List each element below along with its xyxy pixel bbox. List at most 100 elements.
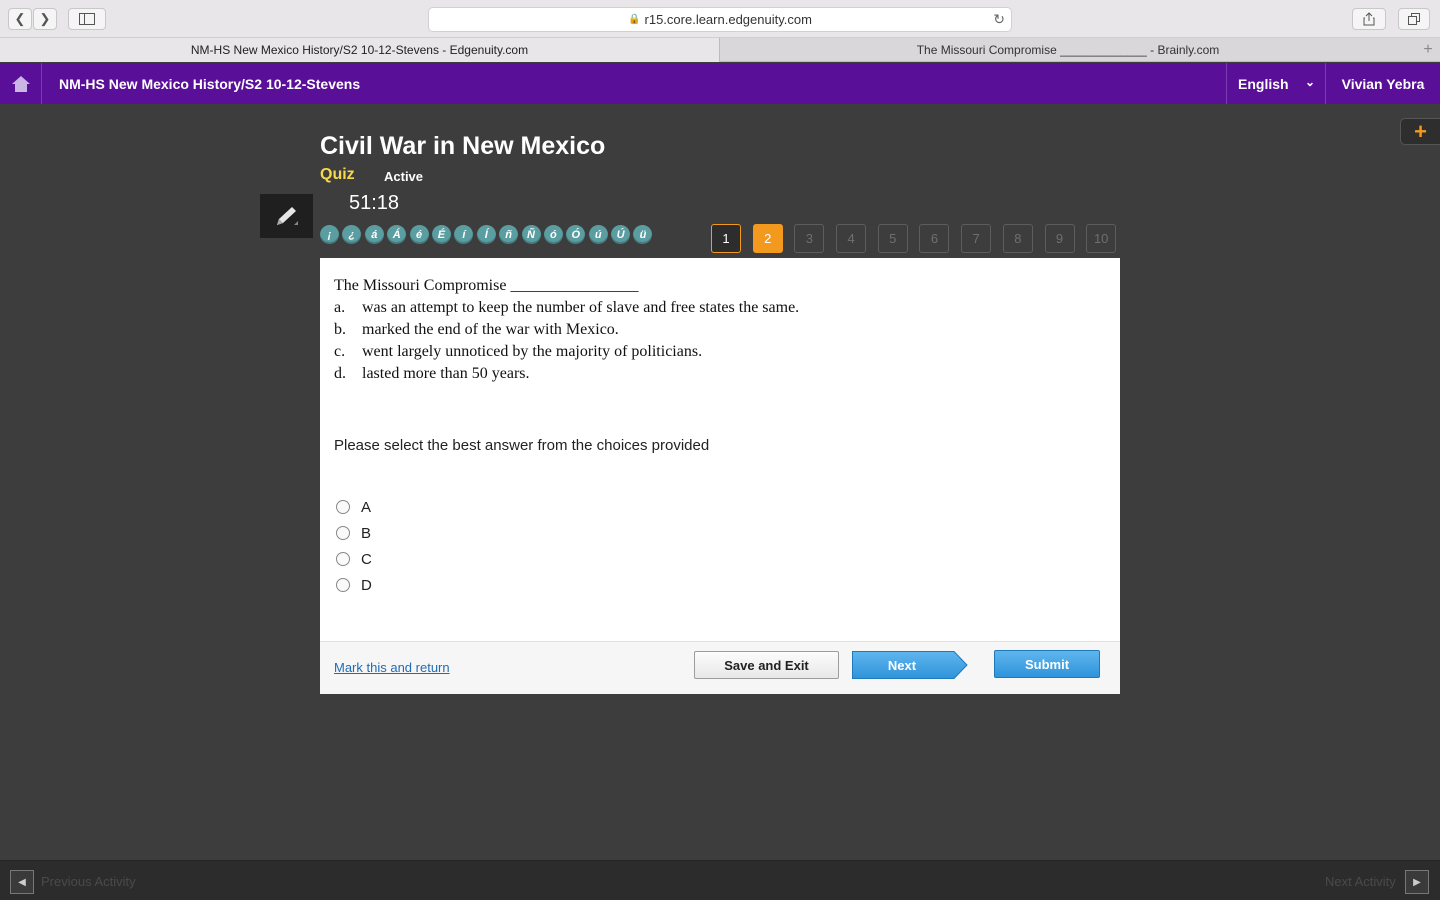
back-button[interactable]: ❮ xyxy=(8,8,32,30)
choice-label: C xyxy=(361,550,372,568)
quiz-timer: 51:18 xyxy=(349,192,400,214)
char-button[interactable]: Ñ xyxy=(521,225,541,244)
option-text: went largely unnoticed by the majority o… xyxy=(362,343,703,360)
option-line: c. went largely unnoticed by the majority… xyxy=(334,341,799,363)
page-title: Civil War in New Mexico xyxy=(320,132,606,160)
chevron-down-icon: ⌄ xyxy=(1304,75,1315,89)
question-button-4[interactable]: 4 xyxy=(836,224,867,253)
notes-button[interactable] xyxy=(260,194,313,238)
previous-activity-button[interactable]: ◀ xyxy=(10,870,34,894)
sidebar-icon xyxy=(79,13,95,25)
question-button-10[interactable]: 10 xyxy=(1086,224,1117,253)
course-title: NM-HS New Mexico History/S2 10-12-Steven… xyxy=(59,75,361,92)
next-activity-label: Next Activity xyxy=(1325,874,1396,889)
choice-d[interactable]: D xyxy=(336,572,372,598)
question-button-9[interactable]: 9 xyxy=(1044,224,1075,253)
pencil-icon xyxy=(276,207,298,225)
answer-choices: A B C D xyxy=(336,494,372,598)
question-button-8[interactable]: 8 xyxy=(1002,224,1033,253)
plus-icon: + xyxy=(1414,118,1427,144)
char-button[interactable]: ú xyxy=(588,225,608,244)
tab-bar: NM-HS New Mexico History/S2 10-12-Steven… xyxy=(0,38,1440,62)
char-button[interactable]: é xyxy=(409,225,429,244)
choice-a[interactable]: A xyxy=(336,494,372,520)
tab-edgenuity[interactable]: NM-HS New Mexico History/S2 10-12-Steven… xyxy=(0,38,719,62)
tabs-overview-button[interactable] xyxy=(1398,8,1430,30)
activity-type: Quiz xyxy=(320,166,355,183)
share-button[interactable] xyxy=(1352,8,1386,30)
question-button-3[interactable]: 3 xyxy=(794,224,825,253)
triangle-left-icon: ◀ xyxy=(18,876,26,888)
question-stem: The Missouri Compromise ________________ xyxy=(334,277,639,294)
save-and-exit-button[interactable]: Save and Exit xyxy=(694,651,839,679)
question-button-1[interactable]: 1 xyxy=(711,224,741,253)
activity-status: Active xyxy=(384,169,424,184)
option-line: a. was an attempt to keep the number of s… xyxy=(334,297,799,319)
browser-toolbar: ❮ ❯ 🔒 r15.core.learn.edgenuity.com ↻ xyxy=(0,0,1440,38)
special-characters-bar: ¡ ¿ á Á é É í Í ñ Ñ ó Ó ú Ú ü xyxy=(320,225,656,245)
char-button[interactable]: É xyxy=(431,225,451,244)
choice-label: B xyxy=(361,524,372,542)
lock-icon: 🔒 xyxy=(628,14,641,25)
question-panel: The Missouri Compromise ________________… xyxy=(320,258,1120,694)
char-button[interactable]: ¡ xyxy=(320,225,339,244)
question-text: The Missouri Compromise ________________… xyxy=(334,275,799,385)
char-button[interactable]: ó xyxy=(543,225,563,244)
previous-activity-label: Previous Activity xyxy=(41,874,136,889)
next-label: Next xyxy=(887,657,917,673)
char-button[interactable]: Á xyxy=(387,225,407,244)
option-line: b. marked the end of the war with Mexico. xyxy=(334,319,799,341)
option-letter: a. xyxy=(334,299,346,316)
question-instruction: Please select the best answer from the c… xyxy=(334,437,710,454)
choice-c[interactable]: C xyxy=(336,546,372,572)
char-button[interactable]: Ú xyxy=(611,225,631,244)
tab-brainly[interactable]: The Missouri Compromise _____________ - … xyxy=(719,38,1416,62)
option-text: was an attempt to keep the number of sla… xyxy=(362,299,800,316)
choice-b[interactable]: B xyxy=(336,520,372,546)
question-button-7[interactable]: 7 xyxy=(961,224,992,253)
triangle-right-icon: ▶ xyxy=(1413,876,1421,888)
question-footer: Mark this and return Save and Exit Next … xyxy=(320,641,1120,694)
char-button[interactable]: ñ xyxy=(499,225,519,244)
sidebar-toggle-button[interactable] xyxy=(68,8,106,30)
user-menu[interactable]: Vivian Yebra xyxy=(1325,63,1440,104)
choice-label: A xyxy=(361,498,372,516)
activity-navigation-bar: ◀ Previous Activity Next Activity ▶ xyxy=(0,860,1440,900)
option-text: lasted more than 50 years. xyxy=(362,365,530,382)
address-bar[interactable]: 🔒 r15.core.learn.edgenuity.com ↻ xyxy=(428,7,1012,32)
option-line: d. lasted more than 50 years. xyxy=(334,363,799,385)
choice-label: D xyxy=(361,576,372,594)
radio-button[interactable] xyxy=(336,526,350,540)
next-button[interactable]: Next xyxy=(852,651,968,679)
mark-and-return-link[interactable]: Mark this and return xyxy=(334,660,450,675)
new-tab-icon[interactable]: + xyxy=(1416,38,1440,62)
chevron-right-icon: ❯ xyxy=(39,11,51,26)
home-icon xyxy=(11,75,30,92)
home-button[interactable] xyxy=(0,63,42,104)
question-button-5[interactable]: 5 xyxy=(877,224,908,253)
url-text: r15.core.learn.edgenuity.com xyxy=(644,12,812,27)
char-button[interactable]: ¿ xyxy=(342,225,362,244)
radio-button[interactable] xyxy=(336,500,350,514)
char-button[interactable]: í xyxy=(454,225,474,244)
option-text: marked the end of the war with Mexico. xyxy=(362,321,619,338)
option-letter: d. xyxy=(334,365,346,382)
next-activity-button[interactable]: ▶ xyxy=(1405,870,1429,894)
language-label: English xyxy=(1238,75,1289,92)
char-button[interactable]: Ó xyxy=(566,225,586,244)
submit-button[interactable]: Submit xyxy=(994,650,1100,678)
radio-button[interactable] xyxy=(336,578,350,592)
language-select[interactable]: English ⌄ xyxy=(1226,63,1325,104)
question-button-6[interactable]: 6 xyxy=(919,224,950,253)
expand-tools-button[interactable]: + xyxy=(1400,118,1440,145)
tabs-icon xyxy=(1408,13,1420,25)
option-letter: b. xyxy=(334,321,346,338)
char-button[interactable]: á xyxy=(364,225,384,244)
char-button[interactable]: ü xyxy=(633,225,653,244)
char-button[interactable]: Í xyxy=(476,225,496,244)
question-navigator: 1 2 3 4 5 6 7 8 9 10 xyxy=(711,224,1128,253)
question-button-2[interactable]: 2 xyxy=(752,224,783,253)
forward-button[interactable]: ❯ xyxy=(33,8,57,30)
radio-button[interactable] xyxy=(336,552,350,566)
reload-icon[interactable]: ↻ xyxy=(993,11,1005,28)
